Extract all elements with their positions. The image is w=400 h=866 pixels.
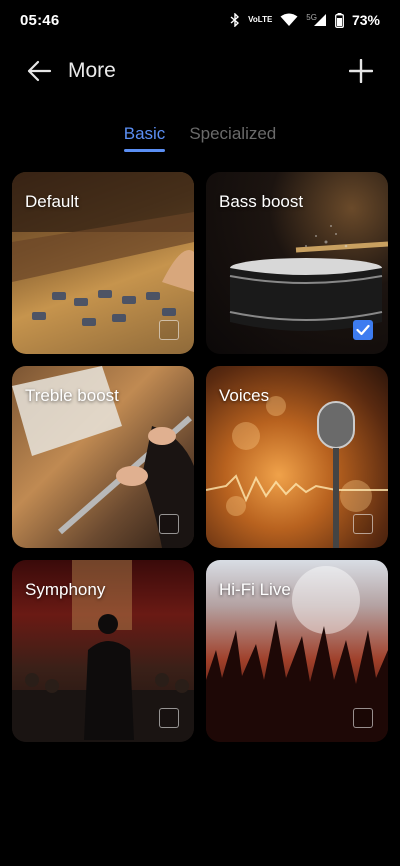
- preset-checkbox[interactable]: [353, 514, 373, 534]
- bluetooth-icon: [230, 13, 240, 27]
- screen: 05:46 Vo LTE 5G 73% More Basic Specializ…: [0, 0, 400, 866]
- preset-card-hifi-live[interactable]: Hi-Fi Live: [206, 560, 388, 742]
- plus-icon: [349, 59, 373, 83]
- preset-label: Voices: [219, 386, 270, 405]
- preset-checkbox[interactable]: [159, 320, 179, 340]
- add-button[interactable]: [346, 56, 376, 86]
- preset-checkbox[interactable]: [159, 708, 179, 728]
- volte-top: Vo: [248, 15, 258, 24]
- preset-label: Treble boost: [25, 386, 119, 405]
- check-icon: [356, 324, 370, 336]
- cellular-signal-icon: 5G: [306, 13, 327, 27]
- preset-checkbox[interactable]: [159, 514, 179, 534]
- preset-checkbox[interactable]: [353, 708, 373, 728]
- wifi-icon: [280, 13, 298, 27]
- status-icons: Vo LTE 5G 73%: [230, 12, 380, 28]
- tab-bar: Basic Specialized: [0, 124, 400, 152]
- status-bar: 05:46 Vo LTE 5G 73%: [0, 0, 400, 40]
- battery-percent: 73%: [351, 12, 380, 28]
- preset-label: Hi-Fi Live: [219, 580, 291, 599]
- preset-card-treble-boost[interactable]: Treble boost: [12, 366, 194, 548]
- preset-card-symphony[interactable]: Symphony: [12, 560, 194, 742]
- battery-icon: [335, 12, 344, 28]
- volte-bottom: LTE: [257, 15, 273, 24]
- preset-card-default[interactable]: Default: [12, 172, 194, 354]
- preset-grid: Default Bass boost Treble boost Voices S…: [12, 172, 388, 742]
- preset-label: Symphony: [25, 580, 106, 599]
- preset-checkbox-checked[interactable]: [353, 320, 373, 340]
- volte-indicator: Vo LTE: [248, 16, 272, 24]
- arrow-left-icon: [27, 60, 52, 82]
- preset-label: Default: [25, 192, 79, 211]
- preset-card-voices[interactable]: Voices: [206, 366, 388, 548]
- preset-card-bass-boost[interactable]: Bass boost: [206, 172, 388, 354]
- tab-basic[interactable]: Basic: [123, 124, 165, 152]
- page-title: More: [68, 59, 116, 82]
- status-time: 05:46: [20, 11, 60, 29]
- tab-specialized[interactable]: Specialized: [189, 124, 276, 152]
- back-button[interactable]: [24, 56, 54, 86]
- preset-label: Bass boost: [219, 192, 304, 211]
- app-header: More: [0, 50, 400, 92]
